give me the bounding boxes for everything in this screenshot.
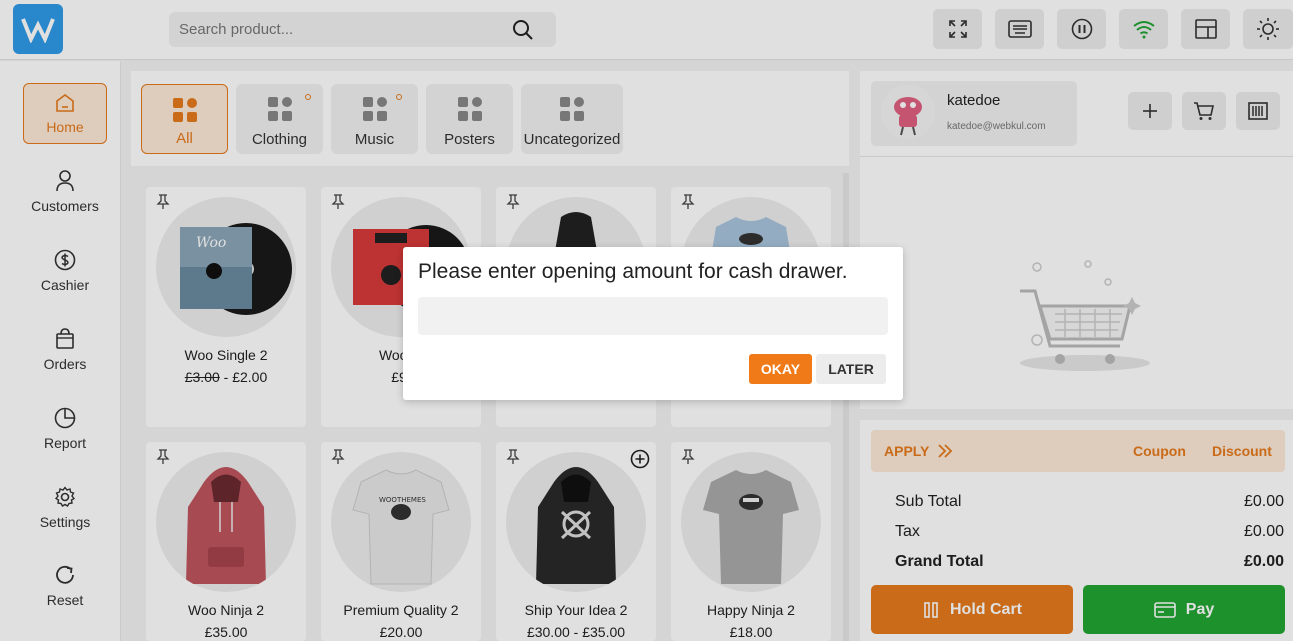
later-button[interactable]: LATER	[816, 354, 886, 384]
okay-button[interactable]: OKAY	[749, 354, 812, 384]
dialog-title: Please enter opening amount for cash dra…	[418, 260, 848, 283]
opening-amount-input[interactable]	[418, 297, 888, 335]
cash-drawer-dialog: Please enter opening amount for cash dra…	[403, 247, 903, 400]
